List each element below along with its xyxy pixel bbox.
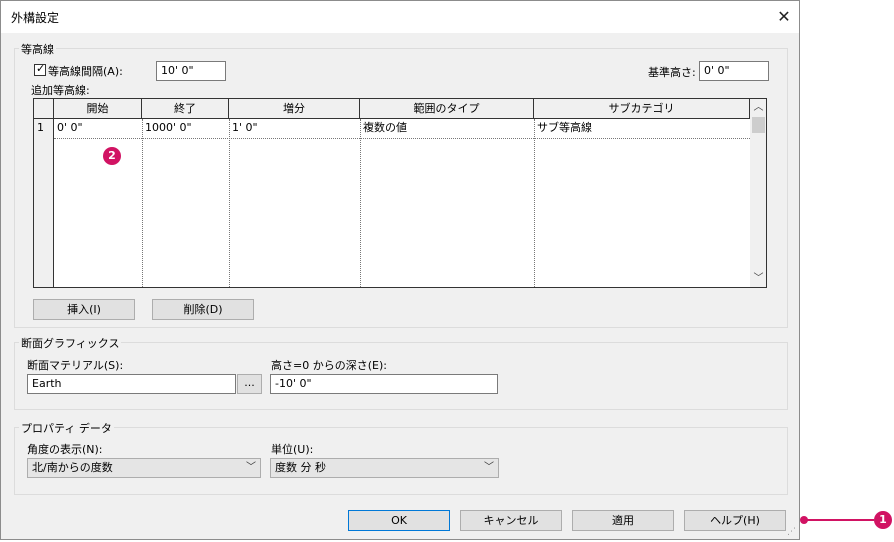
column-divider xyxy=(229,119,230,287)
table-cell-start[interactable]: 0' 0" xyxy=(54,120,142,140)
dialog-title: 外構設定 xyxy=(11,11,60,25)
callout-badge-1: 1 xyxy=(874,511,892,529)
column-divider xyxy=(360,119,361,287)
insert-button[interactable]: 挿入(I) xyxy=(33,299,135,320)
table-cell-end[interactable]: 1000' 0" xyxy=(142,120,229,140)
chevron-down-icon: ﹀ xyxy=(484,462,494,473)
interval-checkbox[interactable]: ✓ xyxy=(34,62,46,76)
column-divider xyxy=(534,119,535,287)
table-cell-range-type[interactable]: 複数の値 xyxy=(360,120,534,140)
browse-material-button[interactable]: ... xyxy=(237,374,262,394)
interval-label: 等高線間隔(A): xyxy=(48,65,123,78)
contours-table: 開始 終了 増分 範囲のタイプ サブカテゴリ 1 0' 0" 1000' 0" … xyxy=(33,98,767,288)
interval-input[interactable]: 10' 0" xyxy=(156,61,226,81)
ok-button[interactable]: OK xyxy=(348,510,450,531)
table-scrollbar[interactable]: ︿ ﹀ xyxy=(750,99,766,287)
apply-button[interactable]: 適用 xyxy=(572,510,674,531)
close-icon[interactable]: ✕ xyxy=(771,5,797,29)
column-header-subcategory[interactable]: サブカテゴリ xyxy=(534,99,750,119)
units-value: 度数 分 秒 xyxy=(275,461,326,474)
resize-grip-icon[interactable]: ⋰ xyxy=(787,527,796,537)
angle-display-label: 角度の表示(N): xyxy=(27,443,103,456)
chevron-down-icon: ﹀ xyxy=(246,462,256,473)
section-graphics-group-title: 断面グラフィックス xyxy=(19,335,122,351)
delete-button[interactable]: 削除(D) xyxy=(152,299,254,320)
checkmark-icon: ✓ xyxy=(36,62,46,75)
scroll-down-icon[interactable]: ﹀ xyxy=(750,270,766,287)
column-divider xyxy=(142,119,143,287)
callout-line xyxy=(804,519,874,521)
column-header-start[interactable]: 開始 xyxy=(54,99,142,119)
column-header-increment[interactable]: 増分 xyxy=(229,99,360,119)
property-data-group-title: プロパティ データ xyxy=(19,420,114,436)
column-header-range-type[interactable]: 範囲のタイプ xyxy=(360,99,534,119)
table-cell-subcategory[interactable]: サブ等高線 xyxy=(534,120,750,140)
site-settings-dialog: 外構設定 ✕ 等高線 ✓ 等高線間隔(A): 10' 0" 基準高さ: 0' 0… xyxy=(0,0,800,540)
scroll-up-icon[interactable]: ︿ xyxy=(750,99,766,116)
corner-cell xyxy=(34,99,54,119)
depth-label: 高さ=0 からの深さ(E): xyxy=(271,359,387,372)
title-bar: 外構設定 ✕ xyxy=(1,1,799,33)
column-header-end[interactable]: 終了 xyxy=(142,99,229,119)
angle-display-value: 北/南からの度数 xyxy=(32,461,113,474)
callout-badge-2: 2 xyxy=(103,147,121,165)
section-material-input[interactable]: Earth xyxy=(27,374,236,394)
angle-display-select[interactable]: 北/南からの度数 ﹀ xyxy=(27,458,261,478)
section-material-label: 断面マテリアル(S): xyxy=(27,359,124,372)
base-height-label: 基準高さ: xyxy=(648,66,696,79)
units-label: 単位(U): xyxy=(271,443,314,456)
row-number: 1 xyxy=(37,121,44,134)
callout-dot xyxy=(800,516,808,524)
units-select[interactable]: 度数 分 秒 ﹀ xyxy=(270,458,499,478)
base-height-input[interactable]: 0' 0" xyxy=(699,61,769,81)
depth-input[interactable]: -10' 0" xyxy=(270,374,498,394)
additional-contours-label: 追加等高線: xyxy=(31,84,90,97)
help-button[interactable]: ヘルプ(H) xyxy=(684,510,786,531)
scrollbar-thumb[interactable] xyxy=(752,117,765,133)
cancel-button[interactable]: キャンセル xyxy=(460,510,562,531)
contours-group-title: 等高線 xyxy=(19,41,56,57)
table-cell-increment[interactable]: 1' 0" xyxy=(229,120,360,140)
